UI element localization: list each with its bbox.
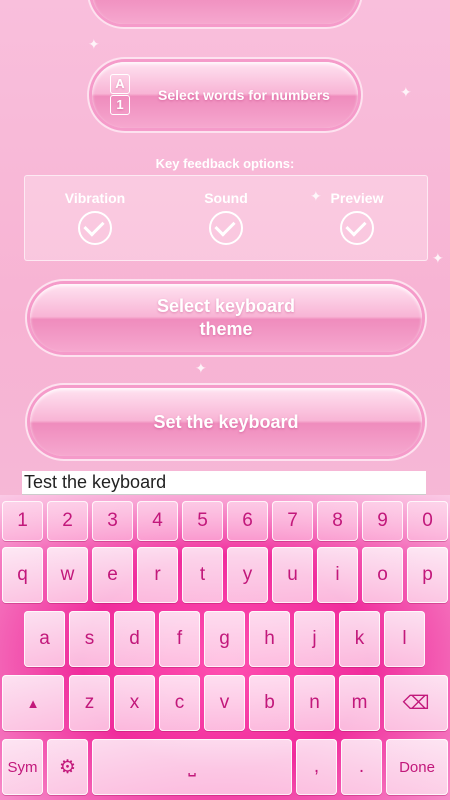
feedback-title: Key feedback options: <box>155 156 295 171</box>
key-5[interactable]: 5 <box>182 501 223 541</box>
key-l[interactable]: l <box>384 611 425 667</box>
key-q[interactable]: q <box>2 547 43 603</box>
key-e[interactable]: e <box>92 547 133 603</box>
key-h[interactable]: h <box>249 611 290 667</box>
sym-key[interactable]: Sym <box>2 739 43 795</box>
key-n[interactable]: n <box>294 675 335 731</box>
period-key[interactable]: . <box>341 739 382 795</box>
key-m[interactable]: m <box>339 675 380 731</box>
key-s[interactable]: s <box>69 611 110 667</box>
select-keyboard-theme-button[interactable]: Select keyboard theme <box>30 284 422 352</box>
key-x[interactable]: x <box>114 675 155 731</box>
key-a[interactable]: a <box>24 611 65 667</box>
key-r[interactable]: r <box>137 547 178 603</box>
key-4[interactable]: 4 <box>137 501 178 541</box>
done-key[interactable]: Done <box>386 739 448 795</box>
vibration-check-icon[interactable] <box>78 211 112 245</box>
key-y[interactable]: y <box>227 547 268 603</box>
space-bar[interactable]: ⎵ <box>92 739 292 795</box>
key-f[interactable]: f <box>159 611 200 667</box>
key-6[interactable]: 6 <box>227 501 268 541</box>
select-words-for-numbers-button[interactable]: A 1 Select words for numbers <box>92 62 358 128</box>
key-t[interactable]: t <box>182 547 223 603</box>
preview-option[interactable]: Preview <box>297 190 417 245</box>
sparkle-icon: ✦ <box>432 250 444 266</box>
key-z[interactable]: z <box>69 675 110 731</box>
preview-check-icon[interactable] <box>340 211 374 245</box>
test-keyboard-input[interactable] <box>22 471 426 495</box>
vibration-option[interactable]: Vibration <box>35 190 155 245</box>
keyboard: 1 2 3 4 5 6 7 8 9 0 q w e r t y u i o p a s d f g h j k l ▲ z x c v b n m ⌫ Sy… <box>0 495 450 800</box>
key-i[interactable]: i <box>317 547 358 603</box>
key-0[interactable]: 0 <box>407 501 448 541</box>
set-keyboard-button[interactable]: Set the keyboard <box>30 388 422 456</box>
key-k[interactable]: k <box>339 611 380 667</box>
backspace-icon[interactable]: ⌫ <box>384 675 448 731</box>
key-b[interactable]: b <box>249 675 290 731</box>
key-c[interactable]: c <box>159 675 200 731</box>
key-7[interactable]: 7 <box>272 501 313 541</box>
key-9[interactable]: 9 <box>362 501 403 541</box>
shift-icon[interactable]: ▲ <box>2 675 64 731</box>
key-j[interactable]: j <box>294 611 335 667</box>
words-for-numbers-label: Select words for numbers <box>158 87 330 103</box>
key-1[interactable]: 1 <box>2 501 43 541</box>
comma-key[interactable]: , <box>296 739 337 795</box>
sparkle-icon: ✦ <box>88 36 100 52</box>
key-d[interactable]: d <box>114 611 155 667</box>
sound-check-icon[interactable] <box>209 211 243 245</box>
feedback-options-panel: Vibration Sound Preview <box>24 175 428 261</box>
key-g[interactable]: g <box>204 611 245 667</box>
key-u[interactable]: u <box>272 547 313 603</box>
key-v[interactable]: v <box>204 675 245 731</box>
key-p[interactable]: p <box>407 547 448 603</box>
key-o[interactable]: o <box>362 547 403 603</box>
sound-option[interactable]: Sound <box>166 190 286 245</box>
top-option-button[interactable] <box>92 0 358 24</box>
sparkle-icon: ✦ <box>400 84 412 100</box>
key-2[interactable]: 2 <box>47 501 88 541</box>
key-8[interactable]: 8 <box>317 501 358 541</box>
a1-icon: A 1 <box>110 74 130 116</box>
key-w[interactable]: w <box>47 547 88 603</box>
settings-gear-icon[interactable]: ⚙ <box>47 739 88 795</box>
sparkle-icon: ✦ <box>195 360 207 376</box>
key-3[interactable]: 3 <box>92 501 133 541</box>
